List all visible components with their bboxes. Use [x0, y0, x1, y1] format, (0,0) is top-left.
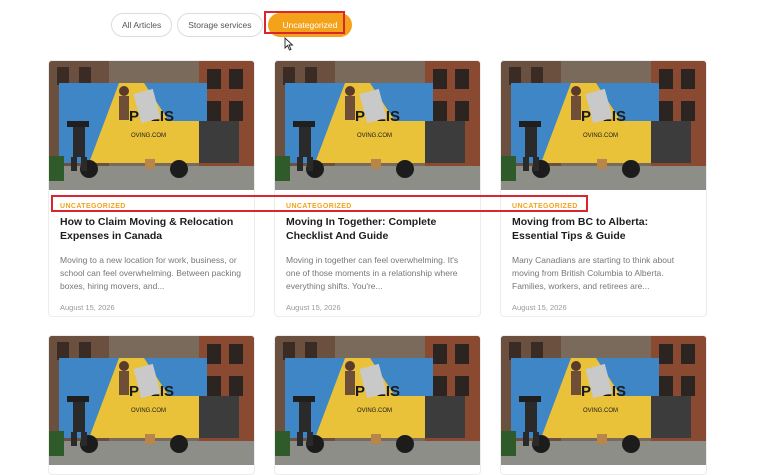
post-title[interactable]: Moving from BC to Alberta: Essential Tip… [512, 215, 695, 243]
svg-text:OVING.COM: OVING.COM [583, 408, 618, 414]
post-category[interactable]: UNCATEGORIZED [286, 203, 469, 210]
filter-storage-services[interactable]: Storage services [177, 13, 263, 37]
post-thumbnail[interactable]: POLIS OVING.COM [501, 336, 706, 465]
post-card[interactable]: POLIS OVING.COM [48, 335, 255, 475]
svg-text:OVING.COM: OVING.COM [583, 133, 618, 139]
post-card[interactable]: POLIS OVING.COM [274, 335, 481, 475]
post-date: August 15, 2026 [60, 303, 115, 312]
post-title[interactable]: How to Claim Moving & Relocation Expense… [60, 215, 243, 243]
post-date: August 15, 2026 [286, 303, 341, 312]
svg-text:OVING.COM: OVING.COM [357, 133, 392, 139]
post-thumbnail[interactable]: POLIS OVING.COM [275, 336, 480, 465]
post-excerpt: Many Canadians are starting to think abo… [512, 255, 675, 291]
post-thumbnail[interactable]: POLIS OVING.COM [49, 61, 254, 190]
post-thumbnail[interactable]: POLIS OVING.COM [49, 336, 254, 465]
svg-text:OVING.COM: OVING.COM [357, 408, 392, 414]
post-card[interactable]: POLIS OVING.COM UNCATEGORIZED How to Cla… [48, 60, 255, 317]
post-thumbnail[interactable]: POLIS OVING.COM [275, 61, 480, 190]
post-excerpt: Moving in together can feel overwhelming… [286, 255, 459, 291]
post-category[interactable]: UNCATEGORIZED [60, 203, 243, 210]
filter-uncategorized[interactable]: Uncategorized [267, 13, 353, 37]
post-date: August 15, 2026 [512, 303, 567, 312]
mouse-cursor-icon [284, 37, 294, 51]
svg-text:OVING.COM: OVING.COM [131, 408, 166, 414]
post-title[interactable]: Moving In Together: Complete Checklist A… [286, 215, 469, 243]
post-category[interactable]: UNCATEGORIZED [512, 203, 695, 210]
svg-text:OVING.COM: OVING.COM [131, 133, 166, 139]
post-card[interactable]: POLIS OVING.COM UNCATEGORIZED Moving fro… [500, 60, 707, 317]
post-card[interactable]: POLIS OVING.COM UNCATEGORIZED Moving In … [274, 60, 481, 317]
post-card[interactable]: POLIS OVING.COM [500, 335, 707, 475]
post-thumbnail[interactable]: POLIS OVING.COM [501, 61, 706, 190]
post-excerpt: Moving to a new location for work, busin… [60, 255, 241, 291]
filter-all-articles[interactable]: All Articles [111, 13, 173, 37]
category-filter-bar: All Articles Storage services Uncategori… [111, 13, 353, 37]
